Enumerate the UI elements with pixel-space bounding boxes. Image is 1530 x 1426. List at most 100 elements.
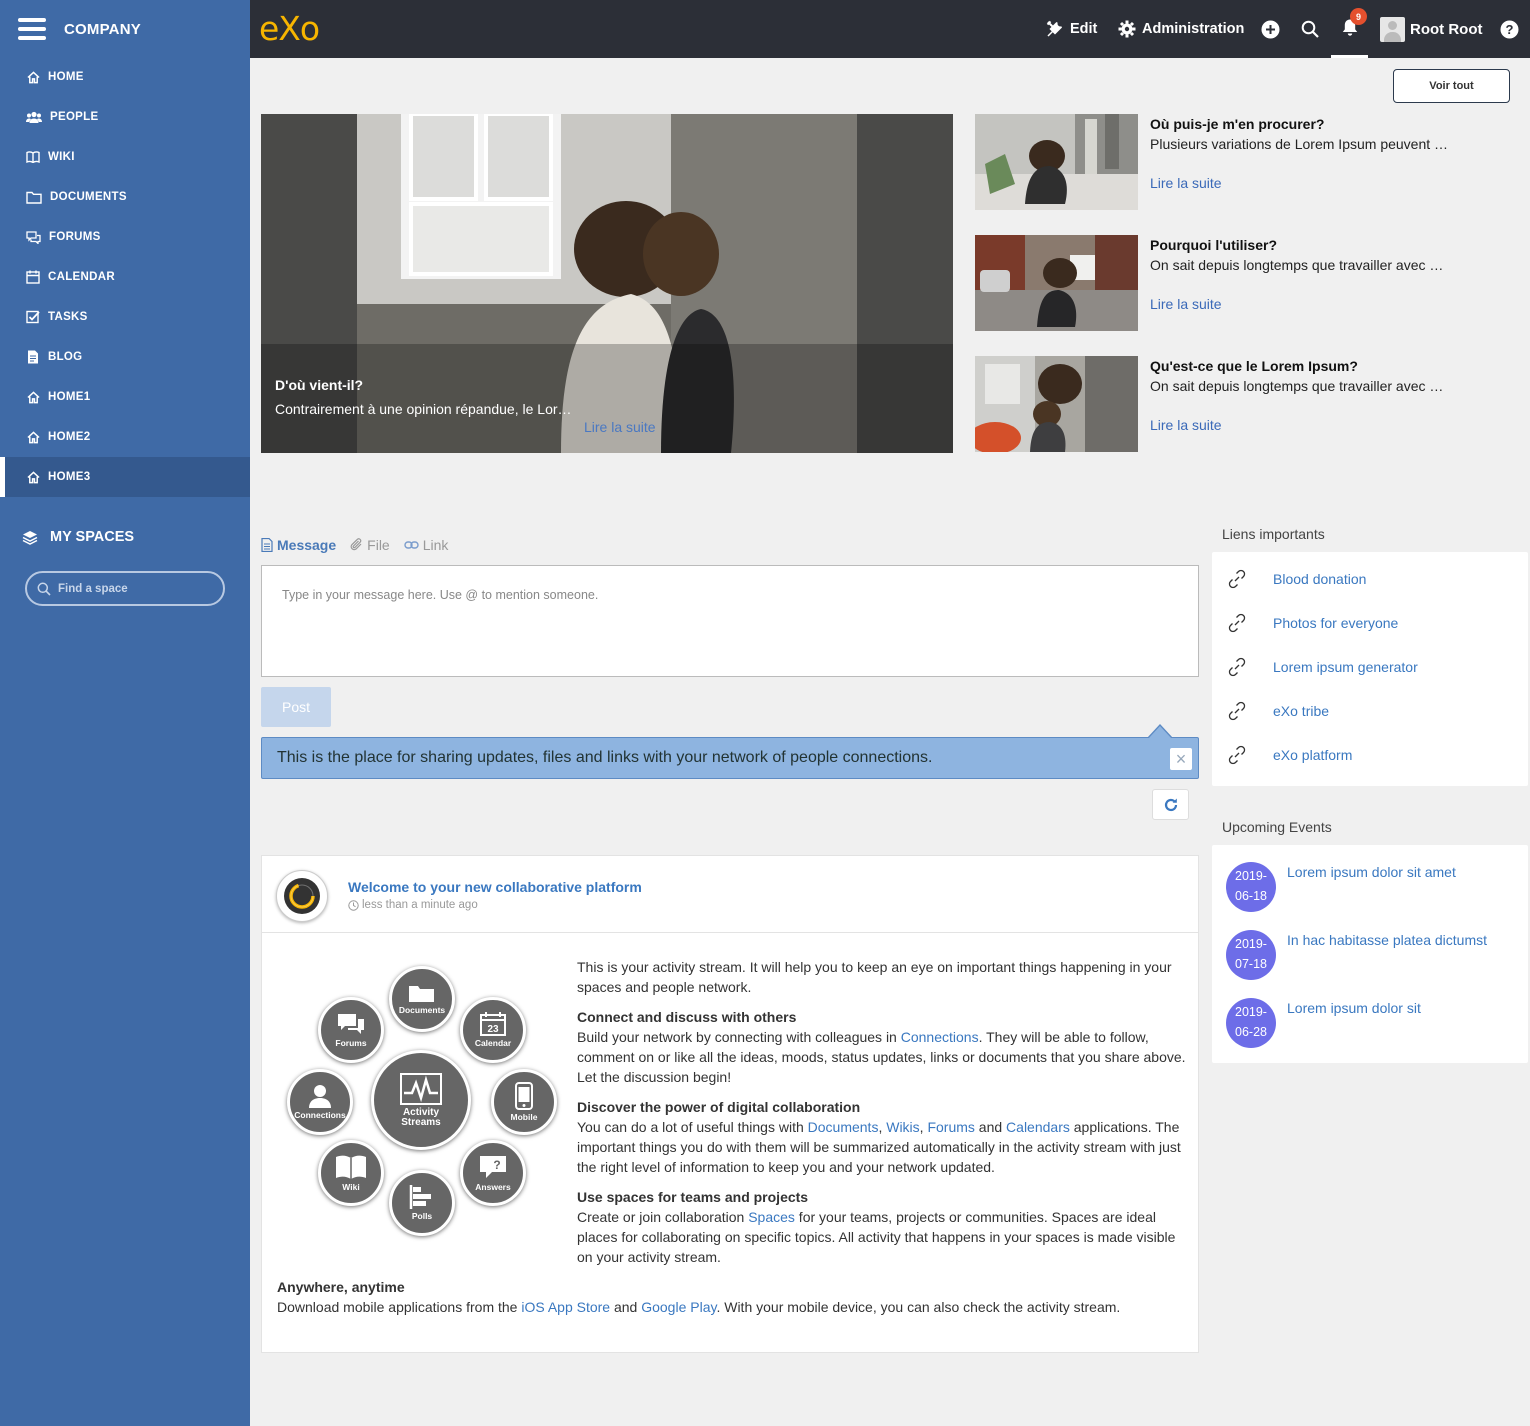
- news-read-more-link[interactable]: Lire la suite: [1150, 417, 1222, 433]
- sidebar-item-label: DOCUMENTS: [50, 191, 127, 203]
- tab-message[interactable]: Message: [261, 537, 336, 553]
- bubble-answers: ? Answers: [460, 1140, 526, 1206]
- news-item[interactable]: Pourquoi l'utiliser? On sait depuis long…: [975, 235, 1515, 332]
- calendars-link[interactable]: Calendars: [1006, 1119, 1070, 1135]
- refresh-button[interactable]: [1152, 789, 1189, 820]
- ios-app-store-link[interactable]: iOS App Store: [521, 1299, 610, 1315]
- section-text: You can do a lot of useful things with: [577, 1119, 808, 1135]
- tab-file[interactable]: File: [350, 537, 390, 553]
- section-text: Download mobile applications from the: [277, 1299, 522, 1315]
- important-link[interactable]: eXo tribe: [1226, 700, 1329, 722]
- plus-circle-icon: [1261, 20, 1280, 38]
- important-link-label: Photos for everyone: [1273, 615, 1399, 631]
- connections-link[interactable]: Connections: [901, 1029, 979, 1045]
- clock-icon: [348, 899, 359, 911]
- book-icon: [336, 1155, 366, 1179]
- section-title: Discover the power of digital collaborat…: [577, 1099, 861, 1115]
- bubble-label: Activity: [402, 1106, 440, 1118]
- bar-chart-icon: [409, 1185, 431, 1209]
- exo-avatar-icon: [284, 878, 320, 914]
- bubble-label: Mobile: [510, 1112, 538, 1122]
- section-title: Anywhere, anytime: [277, 1279, 405, 1295]
- avatar[interactable]: [276, 870, 328, 922]
- add-button[interactable]: [1261, 0, 1286, 58]
- news-thumbnail: [975, 356, 1138, 452]
- news-summary: On sait depuis longtemps que travailler …: [1150, 257, 1444, 273]
- important-link[interactable]: eXo platform: [1226, 744, 1352, 766]
- exo-logo[interactable]: eXo: [259, 12, 320, 46]
- featured-news-read-more-link[interactable]: Lire la suite: [584, 419, 656, 435]
- svg-text:?: ?: [493, 1158, 500, 1172]
- see-all-news-button[interactable]: Voir tout: [1393, 69, 1510, 103]
- question-bubble-icon: ?: [480, 1156, 506, 1178]
- features-illustration: Documents Forums 23 Calendar Connections…: [282, 961, 572, 1241]
- message-composer[interactable]: Type in your message here. Use @ to ment…: [261, 565, 1199, 677]
- news-read-more-link[interactable]: Lire la suite: [1150, 296, 1222, 312]
- documents-link[interactable]: Documents: [808, 1119, 879, 1135]
- info-text: This is the place for sharing updates, f…: [277, 749, 933, 766]
- wikis-link[interactable]: Wikis: [886, 1119, 919, 1135]
- tab-link[interactable]: Link: [404, 537, 448, 553]
- sidebar-item-people[interactable]: PEOPLE: [0, 97, 250, 137]
- sidebar-item-tasks[interactable]: TASKS: [0, 297, 250, 337]
- sidebar-item-home2[interactable]: HOME2: [0, 417, 250, 457]
- news-read-more-link[interactable]: Lire la suite: [1150, 175, 1222, 191]
- forums-icon: [338, 1014, 364, 1034]
- left-sidebar: COMPANY HOME PEOPLE WIKI DOCUMENTS FORUM…: [0, 0, 250, 1426]
- notifications-button[interactable]: 9: [1331, 0, 1368, 58]
- forums-link[interactable]: Forums: [927, 1119, 974, 1135]
- book-icon: [26, 150, 40, 164]
- calendar-icon: [26, 270, 40, 284]
- event-item[interactable]: 2019- 06-28 Lorem ipsum dolor sit: [1226, 998, 1421, 1048]
- event-title-link[interactable]: Lorem ipsum dolor sit: [1287, 1000, 1421, 1048]
- person-icon: [309, 1085, 331, 1108]
- sidebar-item-forums[interactable]: FORUMS: [0, 217, 250, 257]
- news-item[interactable]: Qu'est-ce que le Lorem Ipsum? On sait de…: [975, 356, 1515, 453]
- search-button[interactable]: [1301, 0, 1325, 58]
- sidebar-item-label: HOME2: [48, 431, 91, 443]
- sidebar-item-home3[interactable]: HOME3: [0, 457, 250, 497]
- sidebar-item-home[interactable]: HOME: [0, 57, 250, 97]
- hamburger-icon[interactable]: [18, 18, 46, 40]
- activity-time-text: less than a minute ago: [362, 899, 478, 911]
- search-icon: [1301, 20, 1319, 38]
- important-link[interactable]: Blood donation: [1226, 568, 1366, 590]
- sidebar-item-label: WIKI: [48, 151, 75, 163]
- spaces-link[interactable]: Spaces: [748, 1209, 795, 1225]
- administration-button[interactable]: Administration: [1118, 0, 1244, 58]
- folder-icon: [409, 986, 434, 1002]
- bubble-calendar: 23 Calendar: [460, 997, 526, 1063]
- bubble-label: Answers: [475, 1182, 511, 1192]
- sidebar-item-calendar[interactable]: CALENDAR: [0, 257, 250, 297]
- sidebar-item-wiki[interactable]: WIKI: [0, 137, 250, 177]
- important-link[interactable]: Lorem ipsum generator: [1226, 656, 1418, 678]
- bubble-label: Calendar: [474, 1038, 512, 1048]
- find-space-input[interactable]: Find a space: [25, 571, 225, 606]
- featured-news[interactable]: D'où vient-il? Contrairement à une opini…: [261, 114, 953, 453]
- edit-button[interactable]: Edit: [1046, 0, 1097, 58]
- important-link-label: Lorem ipsum generator: [1273, 659, 1418, 675]
- forums-icon: [26, 230, 41, 244]
- event-item[interactable]: 2019- 07-18 In hac habitasse platea dict…: [1226, 930, 1487, 980]
- sidebar-item-label: CALENDAR: [48, 271, 115, 283]
- sidebar-item-label: HOME1: [48, 391, 91, 403]
- close-icon[interactable]: ×: [1170, 748, 1192, 770]
- featured-news-summary: Contrairement à une opinion répandue, le…: [275, 401, 572, 417]
- activity-icon: [400, 1072, 442, 1105]
- news-item[interactable]: Où puis-je m'en procurer? Plusieurs vari…: [975, 114, 1515, 211]
- sidebar-item-home1[interactable]: HOME1: [0, 377, 250, 417]
- company-name[interactable]: COMPANY: [64, 21, 141, 38]
- event-item[interactable]: 2019- 06-18 Lorem ipsum dolor sit amet: [1226, 862, 1456, 912]
- notification-badge: 9: [1350, 8, 1367, 25]
- sidebar-item-blog[interactable]: BLOG: [0, 337, 250, 377]
- sidebar-item-documents[interactable]: DOCUMENTS: [0, 177, 250, 217]
- user-menu[interactable]: Root Root: [1380, 0, 1482, 58]
- post-button[interactable]: Post: [261, 687, 331, 727]
- help-button[interactable]: ?: [1500, 0, 1525, 58]
- google-play-link[interactable]: Google Play: [641, 1299, 716, 1315]
- event-title-link[interactable]: In hac habitasse platea dictumst: [1287, 932, 1487, 980]
- activity-title-link[interactable]: Welcome to your new collaborative platfo…: [348, 879, 642, 895]
- important-link[interactable]: Photos for everyone: [1226, 612, 1398, 634]
- administration-label: Administration: [1142, 21, 1245, 37]
- event-title-link[interactable]: Lorem ipsum dolor sit amet: [1287, 864, 1456, 912]
